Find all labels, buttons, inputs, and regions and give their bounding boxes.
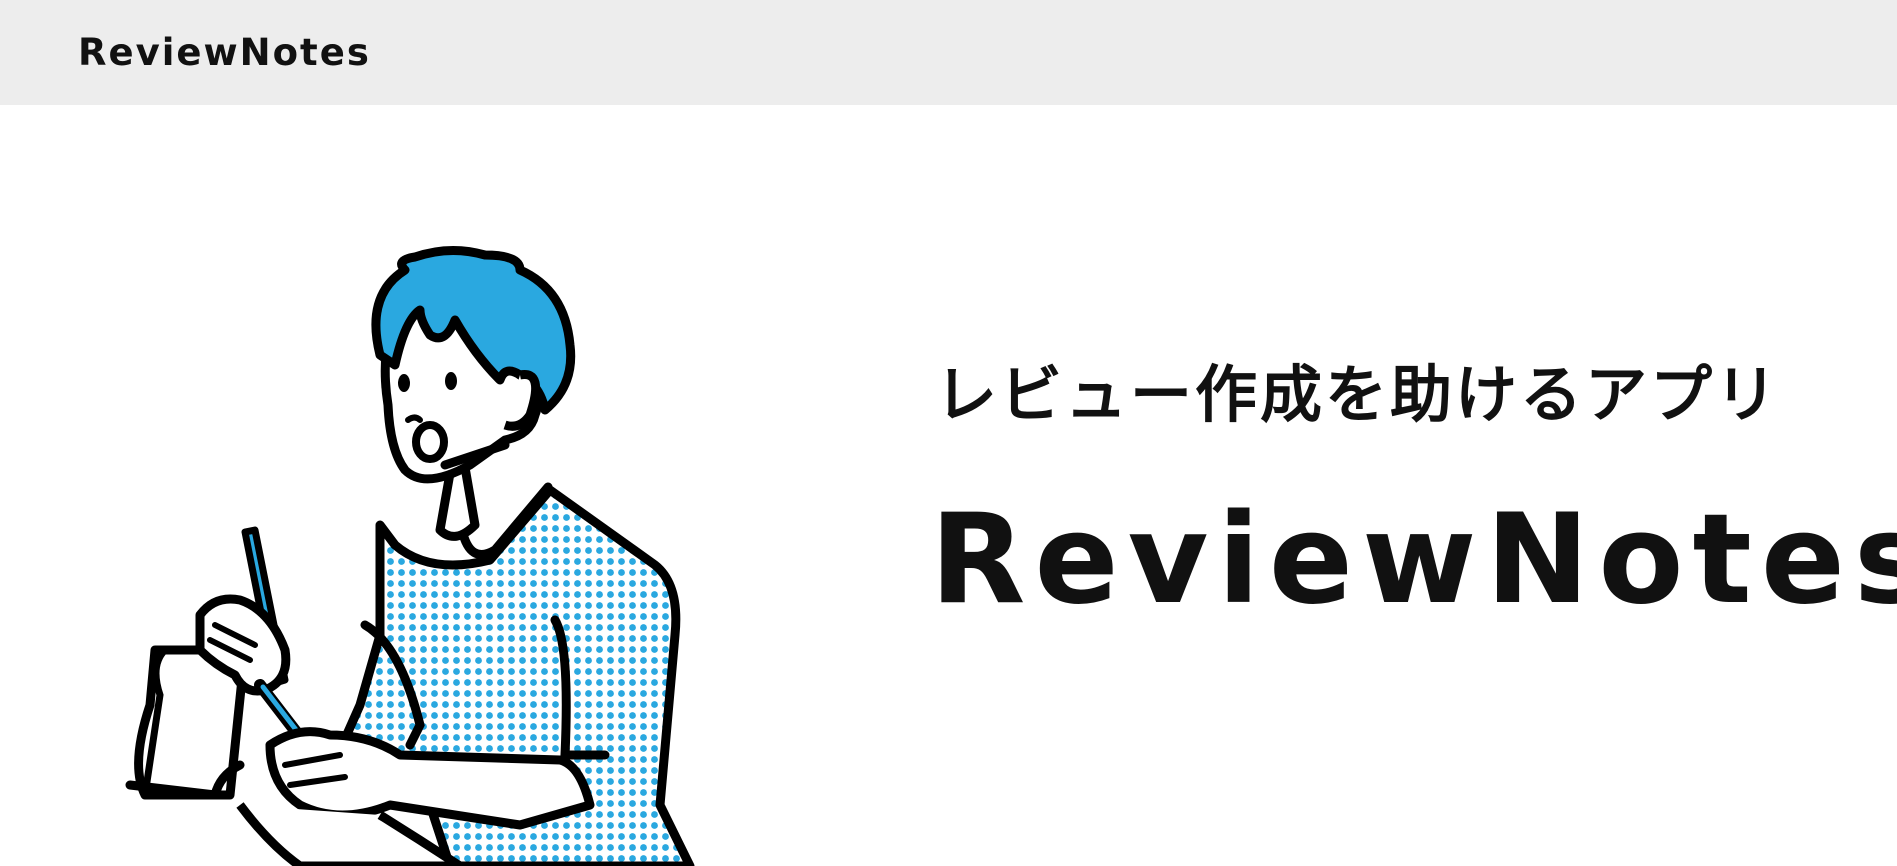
top-header: ReviewNotes <box>0 0 1897 105</box>
person-writing-notes-illustration <box>125 245 695 866</box>
hero-title: ReviewNotes <box>930 488 1897 632</box>
brand-logo-link[interactable]: ReviewNotes <box>78 28 371 78</box>
hero-section: レビュー作成を助けるアプリ ReviewNotes <box>0 105 1897 866</box>
hero-tagline: レビュー作成を助けるアプリ <box>935 358 1781 431</box>
